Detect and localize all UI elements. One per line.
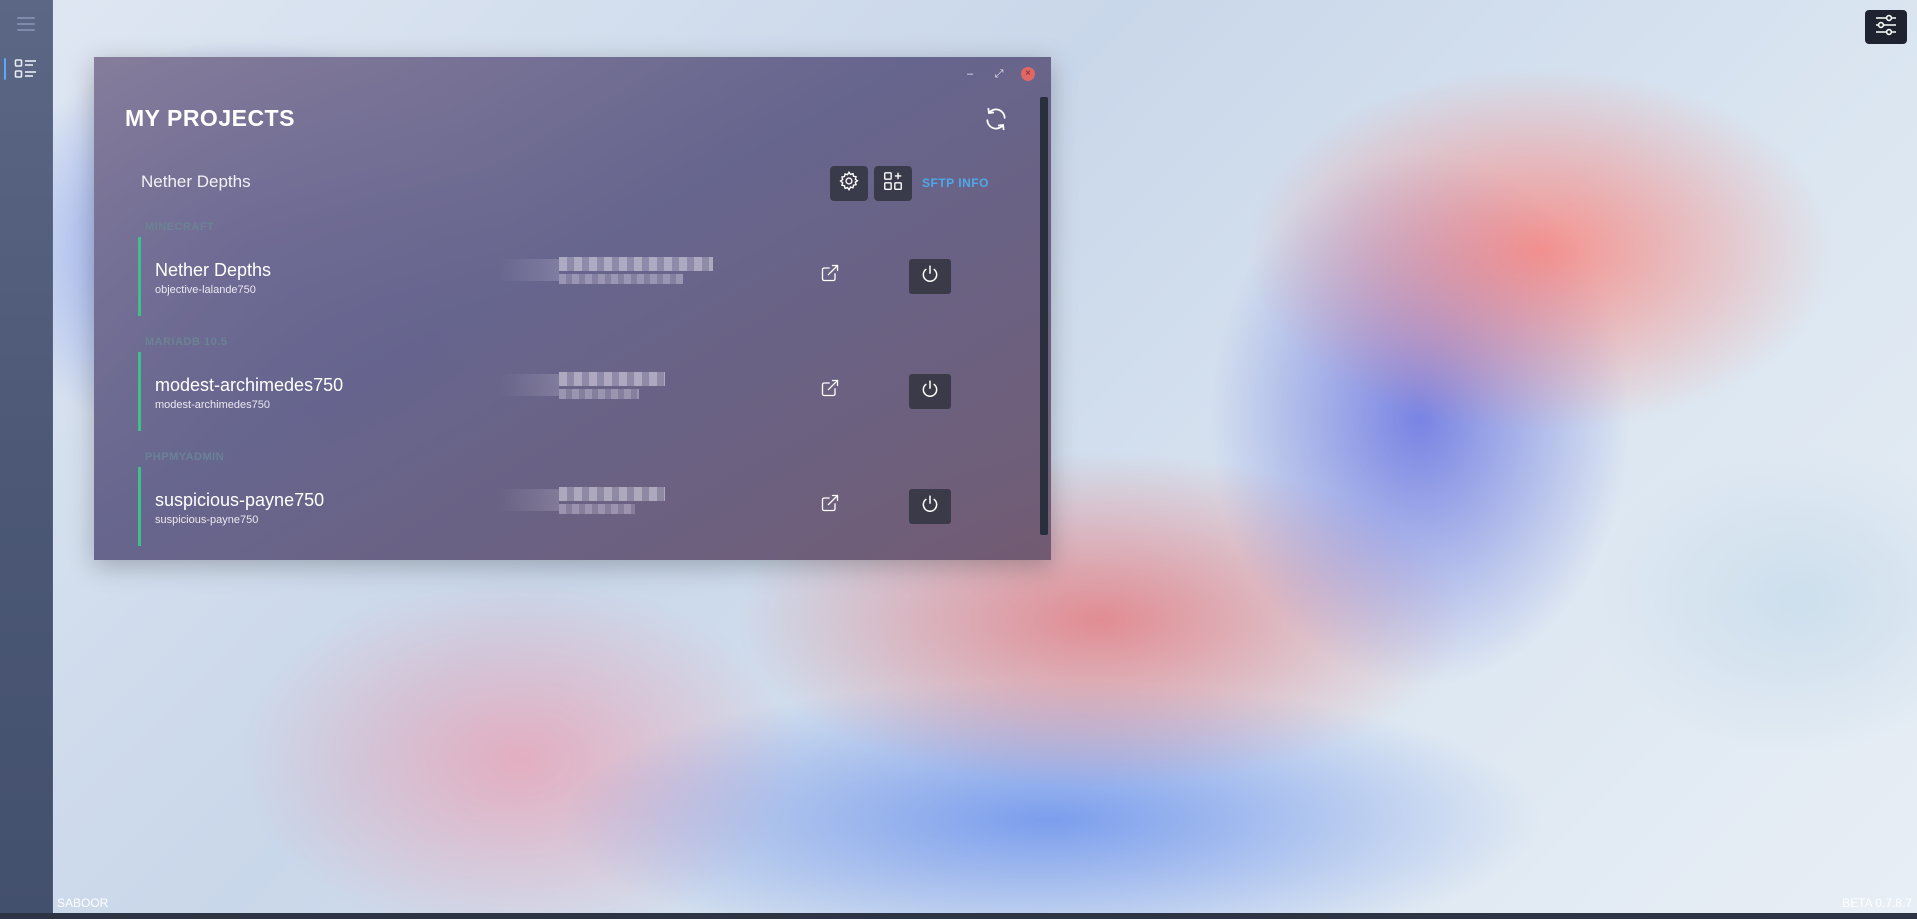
settings-sliders-icon xyxy=(1874,14,1898,41)
project-name: Nether Depths xyxy=(141,172,251,191)
status-indicator xyxy=(138,467,141,546)
external-link-icon[interactable] xyxy=(820,493,842,515)
power-icon xyxy=(920,494,940,519)
service-id: objective-lalande750 xyxy=(155,284,256,296)
refresh-button[interactable] xyxy=(983,106,1009,132)
settings-sliders-button[interactable] xyxy=(1865,10,1907,44)
service-name: Nether Depths xyxy=(155,260,272,280)
restore-button[interactable]: ⤢ xyxy=(992,67,1006,81)
external-link-icon[interactable] xyxy=(820,378,842,400)
refresh-icon xyxy=(983,107,1009,136)
project-settings-button[interactable] xyxy=(830,166,868,201)
power-icon xyxy=(920,379,940,404)
close-button[interactable]: × xyxy=(1021,67,1035,81)
page-title: MY PROJECTS xyxy=(125,105,295,131)
service-category-label: MARIADB 10.5 xyxy=(145,336,228,348)
service-row: Nether Depths objective-lalande750 xyxy=(138,237,998,316)
service-id: suspicious-payne750 xyxy=(155,514,259,526)
service-name: modest-archimedes750 xyxy=(155,375,344,395)
service-category-label: PHPMYADMIN xyxy=(145,451,225,463)
left-rail xyxy=(0,0,53,919)
taskbar-strip xyxy=(0,913,1917,919)
external-link-icon[interactable] xyxy=(820,263,842,285)
power-button[interactable] xyxy=(909,374,951,409)
status-indicator xyxy=(138,352,141,431)
service-name: suspicious-payne750 xyxy=(155,490,325,510)
sftp-info-link[interactable]: SFTP INFO xyxy=(922,176,989,190)
footer-username: SABOOR xyxy=(57,896,109,910)
service-id: modest-archimedes750 xyxy=(155,399,270,411)
minimize-button[interactable]: – xyxy=(963,67,977,81)
masked-address xyxy=(499,487,665,514)
add-widget-icon xyxy=(882,170,904,197)
menu-icon[interactable] xyxy=(12,10,40,38)
power-button[interactable] xyxy=(909,489,951,524)
gear-icon xyxy=(838,170,860,197)
close-icon: × xyxy=(1025,68,1031,79)
service-row: suspicious-payne750 suspicious-payne750 xyxy=(138,467,998,546)
status-indicator xyxy=(138,237,141,316)
service-row: modest-archimedes750 modest-archimedes75… xyxy=(138,352,998,431)
masked-address xyxy=(499,372,665,399)
power-icon xyxy=(920,264,940,289)
projects-list-icon[interactable] xyxy=(12,55,40,83)
add-widget-button[interactable] xyxy=(874,166,912,201)
footer-version: BETA 0.7.8.7 xyxy=(1842,896,1912,910)
masked-address xyxy=(499,257,713,284)
service-category-label: MINECRAFT xyxy=(145,221,215,233)
power-button[interactable] xyxy=(909,259,951,294)
projects-window: – ⤢ × MY PROJECTS Nether Depths SFTP INF… xyxy=(94,57,1051,560)
rail-active-indicator xyxy=(4,58,6,80)
scrollbar[interactable] xyxy=(1040,97,1048,535)
